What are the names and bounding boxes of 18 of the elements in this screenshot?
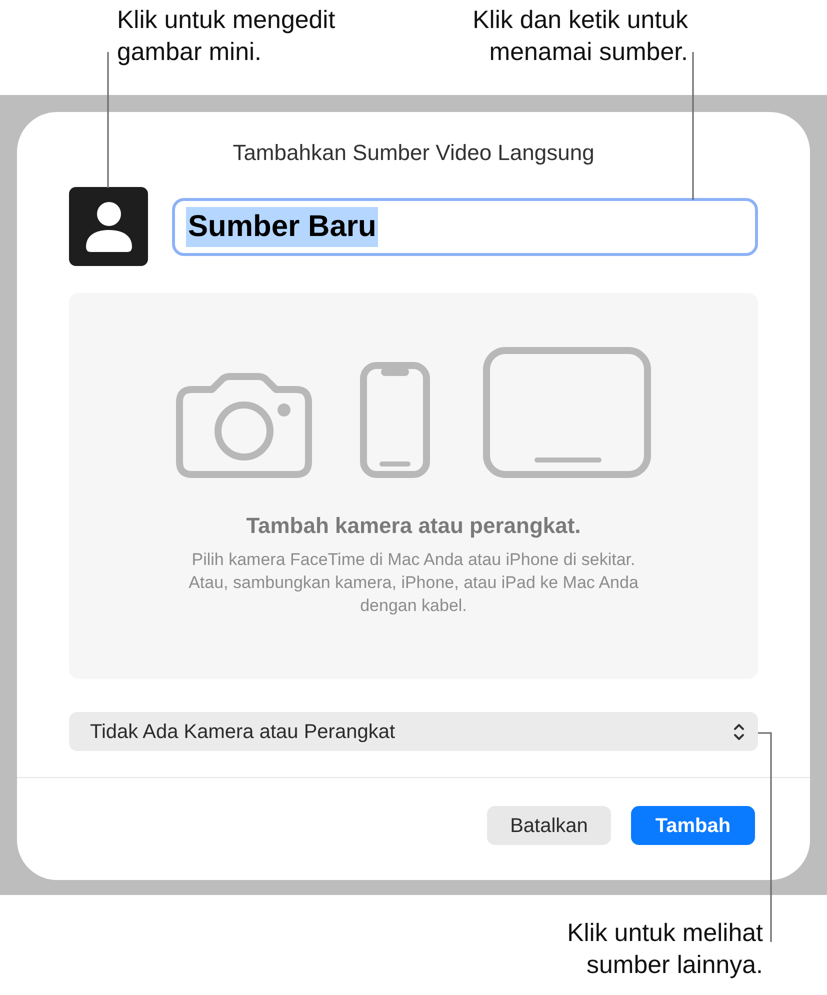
- callout-text: Klik untuk melihat sumber lainnya.: [566, 918, 763, 981]
- dropdown-value: Tidak Ada Kamera atau Perangkat: [90, 720, 395, 744]
- add-button[interactable]: Tambah: [631, 806, 755, 845]
- tablet-icon: [483, 347, 651, 478]
- name-input-text: Sumber Baru: [186, 206, 378, 246]
- preview-description: Pilih kamera FaceTime di Mac Anda atau iPhone di sekitar. Atau, sambungkan kamera, iPhone, atau iPad ke Mac Anda dengan kabel.: [188, 549, 640, 617]
- person-icon: [84, 200, 134, 252]
- thumbnail-button[interactable]: [69, 187, 148, 266]
- source-dropdown[interactable]: Tidak Ada Kamera atau Perangkat: [69, 712, 758, 751]
- up-down-chevron-icon: [733, 722, 745, 740]
- dialog-title: Tambahkan Sumber Video Langsung: [232, 139, 596, 167]
- callout-text: Klik untuk mengedit gambar mini.: [117, 5, 336, 68]
- cancel-button[interactable]: Batalkan: [487, 806, 611, 845]
- camera-icon: [176, 373, 312, 478]
- name-input-field[interactable]: Sumber Baru: [172, 198, 758, 256]
- callout-text: Klik dan ketik untuk menamai sumber.: [472, 5, 688, 68]
- preview-heading: Tambah kamera atau perangkat.: [246, 512, 581, 540]
- phone-icon: [360, 362, 430, 478]
